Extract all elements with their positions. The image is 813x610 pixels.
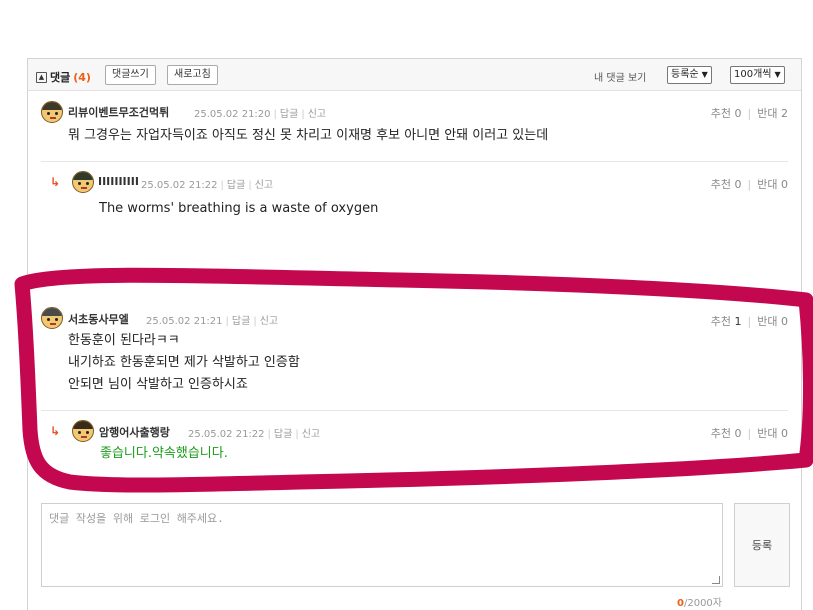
oppose-button[interactable]: 반대 bbox=[757, 315, 777, 328]
reply-marker: ↳ bbox=[50, 175, 61, 189]
recommend-button[interactable]: 추천 bbox=[711, 315, 731, 328]
comment-votes: 추천 0 | 반대 2 bbox=[710, 107, 788, 120]
oppose-button[interactable]: 반대 bbox=[757, 427, 777, 440]
char-count-current: 0 bbox=[677, 598, 684, 609]
comment-text: 뭐 그경우는 자업자득이죠 아직도 정신 못 차리고 이재명 후보 아니면 안돼… bbox=[68, 128, 549, 143]
comment-reply-item: ↳ IIIIIIIIII 25.05.02 21:22 | 답글 | 신고 추천 0 | 반… bbox=[28, 162, 801, 242]
reply-link[interactable]: 답글 bbox=[232, 316, 250, 327]
recommend-button[interactable]: 추천 bbox=[711, 427, 731, 440]
oppose-button[interactable]: 반대 bbox=[757, 178, 777, 191]
write-comment-button[interactable]: 댓글쓰기 bbox=[105, 65, 156, 85]
oppose-count: 2 bbox=[781, 107, 788, 120]
my-comments-link[interactable]: 내 댓글 보기 bbox=[594, 69, 646, 84]
avatar[interactable] bbox=[41, 101, 63, 123]
comment-nickname[interactable]: IIIIIIIIII bbox=[98, 175, 139, 188]
comment-nickname[interactable]: 암행어사출행랑 bbox=[99, 424, 170, 440]
comment-meta: 25.05.02 21:21 | 답글 | 신고 bbox=[146, 316, 279, 327]
collapse-icon[interactable]: ▲ bbox=[36, 71, 47, 83]
comment-nickname[interactable]: 리뷰이벤트무조건먹튀 bbox=[68, 104, 169, 120]
comment-section: ▲ 댓글 (4) 댓글쓰기 새로고침 내 댓글 보기 등록순 ▼ 100개씩 ▼… bbox=[27, 58, 802, 610]
report-link[interactable]: 신고 bbox=[255, 180, 273, 191]
avatar[interactable] bbox=[72, 420, 94, 442]
oppose-count: 0 bbox=[781, 178, 788, 191]
comment-text: 안되면 님이 삭발하고 인증하시죠 bbox=[68, 377, 248, 392]
comment-meta: 25.05.02 21:20 | 답글 | 신고 bbox=[194, 109, 327, 120]
comment-meta: 25.05.02 21:22 | 답글 | 신고 bbox=[188, 429, 321, 440]
comment-toolbar: ▲ 댓글 (4) 댓글쓰기 새로고침 내 댓글 보기 등록순 ▼ 100개씩 ▼ bbox=[28, 59, 801, 91]
comment-reply-item: ↳ 암행어사출행랑 25.05.02 21:22 | 답글 | 신고 추천 0 | 반대 0… bbox=[28, 411, 801, 471]
comment-meta: 25.05.02 21:22 | 답글 | 신고 bbox=[141, 180, 274, 191]
report-link[interactable]: 신고 bbox=[260, 316, 278, 327]
resize-handle-icon[interactable] bbox=[712, 576, 720, 584]
oppose-count: 0 bbox=[781, 427, 788, 440]
recommend-count: 0 bbox=[734, 107, 742, 120]
recommend-count: 1 bbox=[734, 315, 742, 328]
oppose-count: 0 bbox=[781, 315, 788, 328]
avatar[interactable] bbox=[41, 307, 63, 329]
report-link[interactable]: 신고 bbox=[308, 109, 326, 120]
submit-button[interactable]: 등록 bbox=[734, 503, 790, 587]
comment-text: 좋습니다.약속했습니다. bbox=[100, 446, 228, 461]
recommend-button[interactable]: 추천 bbox=[711, 107, 731, 120]
reply-link[interactable]: 답글 bbox=[227, 180, 245, 191]
reply-marker: ↳ bbox=[50, 424, 61, 438]
comment-date: 25.05.02 21:22 bbox=[141, 180, 218, 191]
comment-votes: 추천 1 | 반대 0 bbox=[710, 315, 788, 328]
avatar[interactable] bbox=[72, 171, 94, 193]
comment-item: 서초동사무엘 25.05.02 21:21 | 답글 | 신고 추천 1 | 반대 0 한동… bbox=[28, 297, 801, 409]
refresh-button[interactable]: 새로고침 bbox=[167, 65, 218, 85]
recommend-count: 0 bbox=[734, 178, 742, 191]
comment-toggle[interactable]: ▲ 댓글 (4) bbox=[36, 69, 91, 85]
chevron-down-icon: ▼ bbox=[701, 70, 708, 79]
comment-date: 25.05.02 21:21 bbox=[146, 316, 223, 327]
comment-item: 리뷰이벤트무조건먹튀 25.05.02 21:20 | 답글 | 신고 추천 0 | 반대 … bbox=[28, 91, 801, 161]
comment-text: 한동훈이 된다라ㅋㅋ bbox=[68, 333, 180, 348]
sort-select[interactable]: 등록순 ▼ bbox=[667, 66, 712, 84]
oppose-button[interactable]: 반대 bbox=[757, 107, 777, 120]
page-size-select-value: 100개씩 bbox=[734, 69, 772, 80]
char-counter: 0/2000자 bbox=[677, 594, 722, 609]
report-link[interactable]: 신고 bbox=[302, 429, 320, 440]
comment-count: (4) bbox=[73, 70, 91, 84]
reply-link[interactable]: 답글 bbox=[274, 429, 292, 440]
char-count-max: /2000자 bbox=[683, 598, 722, 609]
recommend-count: 0 bbox=[734, 427, 742, 440]
recommend-button[interactable]: 추천 bbox=[711, 178, 731, 191]
chevron-down-icon: ▼ bbox=[774, 70, 781, 79]
comment-date: 25.05.02 21:20 bbox=[194, 109, 271, 120]
comment-title: 댓글 bbox=[50, 71, 71, 84]
comment-textarea[interactable]: 댓글 작성을 위해 로그인 해주세요. bbox=[41, 503, 723, 587]
comment-text: The worms' breathing is a waste of oxyge… bbox=[99, 201, 379, 216]
comment-text: 내기하죠 한동훈되면 제가 삭발하고 인증함 bbox=[68, 355, 300, 370]
comment-textarea-placeholder: 댓글 작성을 위해 로그인 해주세요. bbox=[49, 512, 224, 525]
page-size-select[interactable]: 100개씩 ▼ bbox=[730, 66, 785, 84]
comment-nickname[interactable]: 서초동사무엘 bbox=[68, 311, 129, 327]
comment-votes: 추천 0 | 반대 0 bbox=[710, 427, 788, 440]
comment-date: 25.05.02 21:22 bbox=[188, 429, 265, 440]
sort-select-value: 등록순 bbox=[671, 69, 699, 80]
comment-votes: 추천 0 | 반대 0 bbox=[710, 178, 788, 191]
reply-link[interactable]: 답글 bbox=[280, 109, 298, 120]
